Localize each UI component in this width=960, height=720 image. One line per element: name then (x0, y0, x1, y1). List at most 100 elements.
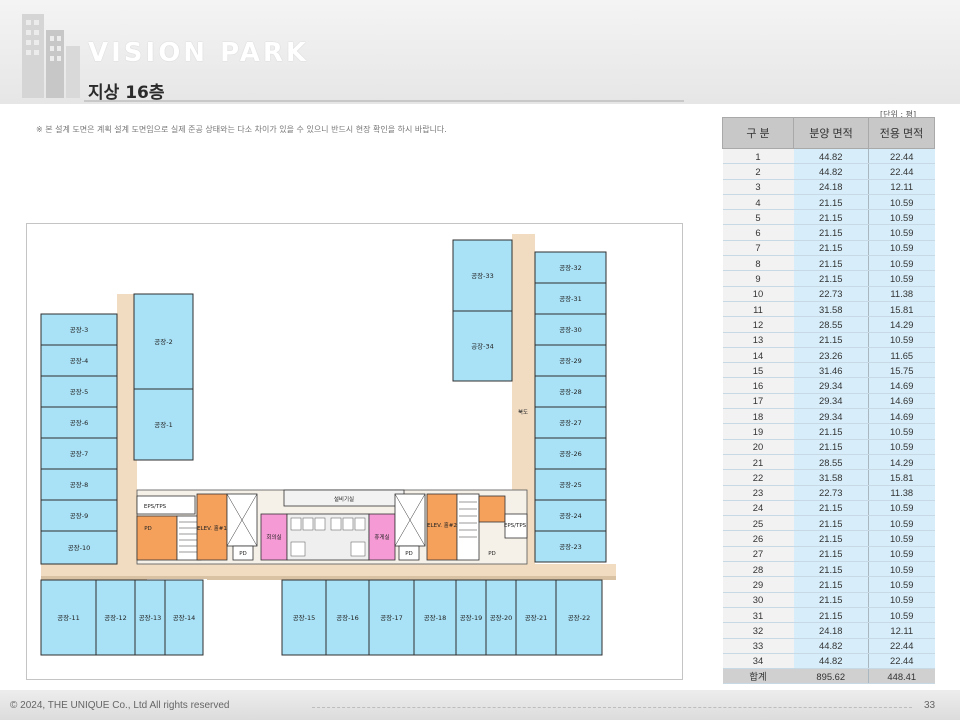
cell-exclusive-area: 22.44 (868, 163, 935, 180)
table-row: 26 21.15 10.59 (722, 530, 935, 547)
unit-label: 공장-5 (70, 387, 88, 396)
unit-label: 공장-13 (139, 613, 162, 622)
cell-sale-area: 31.58 (793, 469, 869, 486)
room-label-pd4: PD (488, 551, 496, 557)
table-row: 1 44.82 22.44 (722, 148, 935, 165)
total-sale-area: 895.62 (793, 668, 869, 685)
floor-plan: 공장-1 공장-2 공장-3 공장-4 공장-5 공장-6 공장-7 공장-8 공장-9 공장-1… (26, 223, 683, 680)
table-row: 22 31.58 15.81 (722, 469, 935, 486)
cell-exclusive-area: 15.75 (868, 362, 935, 379)
room-label-meeting: 회의실 (266, 533, 281, 541)
cell-exclusive-area: 11.38 (868, 286, 935, 302)
cell-exclusive-area: 22.44 (868, 148, 935, 165)
table-row: 27 21.15 10.59 (722, 546, 935, 563)
cell-division: 13 (722, 332, 794, 348)
unit-label: 공장-28 (559, 387, 582, 396)
table-row: 6 21.15 10.59 (722, 224, 935, 241)
table-row: 30 21.15 10.59 (722, 592, 935, 608)
table-row: 12 28.55 14.29 (722, 316, 935, 333)
cell-sale-area: 21.15 (793, 515, 869, 532)
cell-division: 28 (722, 561, 794, 578)
unit-label: 공장-16 (336, 613, 359, 622)
room-label-pd1: PD (144, 526, 152, 532)
cell-division: 4 (722, 194, 794, 211)
cell-division: 22 (722, 469, 794, 486)
unit-label: 공장-8 (70, 480, 88, 489)
cell-sale-area: 22.73 (793, 286, 869, 302)
cell-exclusive-area: 10.59 (868, 332, 935, 348)
cell-exclusive-area: 10.59 (868, 423, 935, 440)
cell-sale-area: 21.15 (793, 224, 869, 241)
unit-label: 공장-30 (559, 325, 582, 334)
table-row: 10 22.73 11.38 (722, 286, 935, 302)
cell-exclusive-area: 12.11 (868, 179, 935, 195)
disclaimer-note: ※ 본 설계 도면은 계획 설계 도면임으로 실제 준공 상태와는 다소 차이가… (36, 125, 447, 134)
cell-sale-area: 44.82 (793, 638, 869, 654)
cell-exclusive-area: 10.59 (868, 209, 935, 226)
title-divider (84, 100, 684, 102)
cell-exclusive-area: 10.59 (868, 561, 935, 578)
footer-divider (312, 707, 912, 708)
table-row: 4 21.15 10.59 (722, 194, 935, 211)
table-row: 20 21.15 10.59 (722, 439, 935, 455)
table-row: 9 21.15 10.59 (722, 270, 935, 287)
cell-division: 24 (722, 500, 794, 517)
area-table: 구 분 분양 면적 전용 면적 1 44.82 22.44 2 44.82 22.44 3 2… (722, 117, 935, 685)
cell-division: 9 (722, 270, 794, 287)
cell-division: 30 (722, 592, 794, 608)
cell-division: 31 (722, 607, 794, 624)
cell-division: 18 (722, 408, 794, 425)
cell-division: 15 (722, 362, 794, 379)
page-number: 33 (924, 700, 936, 711)
table-row: 28 21.15 10.59 (722, 561, 935, 578)
cell-sale-area: 21.15 (793, 500, 869, 517)
cell-sale-area: 28.55 (793, 454, 869, 471)
cell-exclusive-area: 14.69 (868, 377, 935, 394)
table-total-row: 합계 895.62 448.41 (722, 668, 935, 685)
cell-sale-area: 29.34 (793, 408, 869, 425)
stair-2 (456, 493, 480, 561)
cell-sale-area: 31.58 (793, 301, 869, 318)
cell-sale-area: 24.18 (793, 622, 869, 639)
cell-division: 20 (722, 439, 794, 455)
cell-sale-area: 21.15 (793, 546, 869, 563)
unit-label: 공장-15 (293, 613, 316, 622)
cell-exclusive-area: 10.59 (868, 607, 935, 624)
unit-label: 공장-12 (104, 613, 127, 622)
cell-division: 6 (722, 224, 794, 241)
unit-label: 공장-25 (559, 480, 582, 489)
unit-label: 공장-14 (173, 613, 196, 622)
cell-exclusive-area: 10.59 (868, 515, 935, 532)
brand-title: VISION PARK (88, 38, 310, 68)
cell-exclusive-area: 10.59 (868, 255, 935, 272)
cell-exclusive-area: 10.59 (868, 546, 935, 563)
cell-exclusive-area: 14.29 (868, 454, 935, 471)
cell-sale-area: 21.15 (793, 423, 869, 440)
cell-exclusive-area: 11.38 (868, 485, 935, 501)
cell-exclusive-area: 10.59 (868, 576, 935, 593)
unit-label: 공장-23 (559, 542, 582, 551)
table-row: 7 21.15 10.59 (722, 240, 935, 257)
unit-label: 공장-29 (559, 356, 582, 365)
cell-division: 1 (722, 148, 794, 165)
unit-label: 공장-4 (70, 356, 88, 365)
cell-sale-area: 44.82 (793, 163, 869, 180)
building-logo-icon (22, 14, 80, 98)
unit-label: 공장-6 (70, 418, 88, 427)
cell-division: 11 (722, 301, 794, 318)
total-exclusive-area: 448.41 (868, 668, 935, 685)
unit-label: 공장-32 (559, 263, 582, 272)
unit-label: 공장-26 (559, 449, 582, 458)
cell-division: 16 (722, 377, 794, 394)
cell-sale-area: 28.55 (793, 316, 869, 333)
room-label-elev2: ELEV. 홀#2 (427, 521, 457, 529)
table-row: 17 29.34 14.69 (722, 393, 935, 410)
cell-division: 14 (722, 347, 794, 364)
cell-division: 10 (722, 286, 794, 302)
table-row: 18 29.34 14.69 (722, 408, 935, 425)
cell-exclusive-area: 15.81 (868, 469, 935, 486)
table-row: 8 21.15 10.59 (722, 255, 935, 272)
unit-label: 공장-9 (70, 511, 88, 520)
cell-sale-area: 31.46 (793, 362, 869, 379)
cell-exclusive-area: 22.44 (868, 638, 935, 654)
